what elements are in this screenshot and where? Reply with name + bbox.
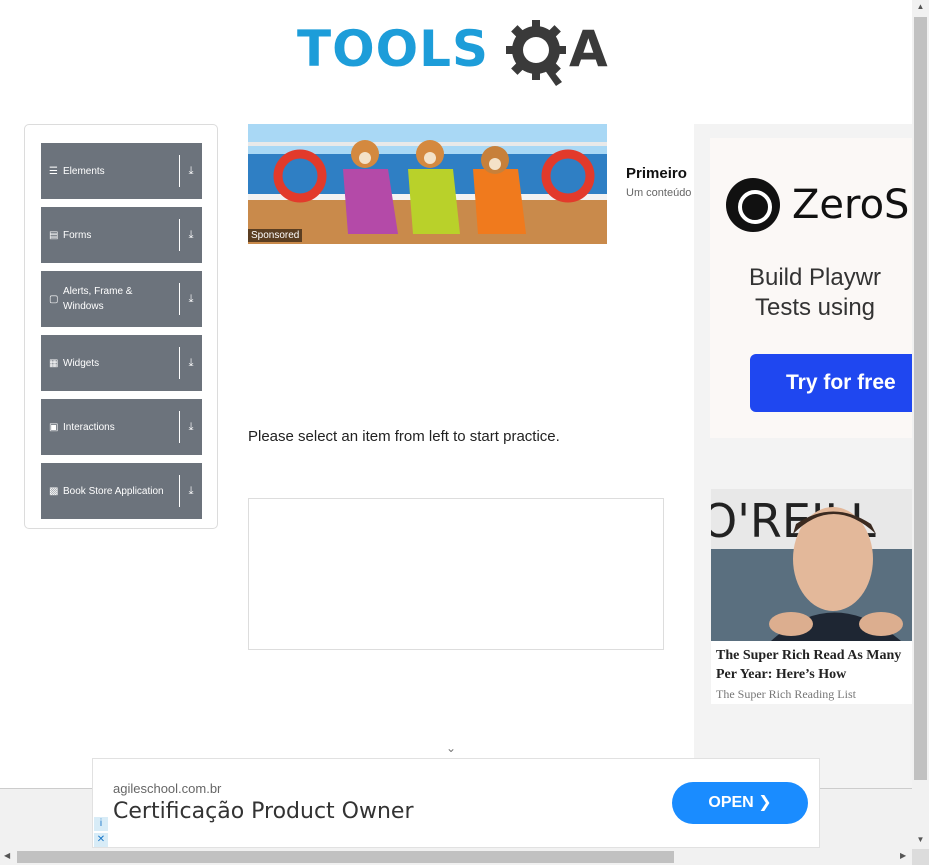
ad-subtitle: Um conteúdo [626,187,692,199]
interactions-icon: ▣ [49,421,59,433]
logo-tools-text: TOOLS [297,20,489,78]
zerostep-ad-card[interactable]: ZeroS Build Playwr Tests using Try for f… [710,138,912,438]
sidebar-group-alerts-frame-windows[interactable]: ▢ Alerts, Frame & Windows ⤓ [41,271,202,327]
zerostep-headline-2: Tests using [754,294,876,321]
window-icon: ▢ [49,293,59,305]
sidebar: ☰ Elements ⤓ ▤ Forms ⤓ ▢ Alerts, Frame &… [24,124,218,529]
download-arrow-icon: ⤓ [188,228,194,241]
logo-a-text: A [569,20,608,78]
news-ad-card[interactable]: O'REILL The Super Rich Read As Many Per … [711,489,912,704]
ad-close-icon[interactable]: ✕ [94,833,108,847]
ad-title[interactable]: Primeiro [626,165,687,182]
widgets-icon: ▦ [49,357,59,369]
scroll-down-arrow-icon[interactable]: ▼ [912,835,929,844]
news-title-line-1: The Super Rich Read As Many [716,648,902,663]
try-for-free-button[interactable]: Try for free [750,354,912,412]
sponsored-label: Sponsored [248,229,303,242]
download-arrow-icon: ⤓ [188,484,194,497]
news-title[interactable]: The Super Rich Read As Many Per Year: He… [716,646,912,684]
toolsqa-logo[interactable]: TOOLS A [297,16,622,90]
open-button[interactable]: OPEN ❯ [672,782,808,824]
sponsored-ad-image[interactable] [248,124,607,244]
chevron-down-icon[interactable]: ⌄ [446,741,456,755]
sidebar-group-label: Alerts, Frame & Windows [63,286,133,312]
book-icon: ▩ [49,485,59,497]
bottom-banner-ad[interactable]: agileschool.com.br Certificação Product … [92,758,820,848]
news-ad-image: O'REILL [711,489,912,641]
zerostep-logo-icon [726,178,780,232]
scroll-right-arrow-icon[interactable]: ▶ [900,851,906,860]
sidebar-group-label: Interactions [63,421,115,433]
download-arrow-icon: ⤓ [188,420,194,433]
vertical-scrollbar-thumb[interactable] [914,17,927,780]
portrait-photo: O'REILL [711,489,912,641]
sidebar-group-label: Forms [63,229,92,241]
scroll-up-arrow-icon[interactable]: ▲ [912,2,929,11]
news-title-line-2: Per Year: Here’s How [716,667,847,682]
ad-domain: agileschool.com.br [113,781,222,796]
page: TOOLS A ☰ Elements ⤓ ▤ Forms ⤓ ▢ Alerts,… [0,0,929,865]
sidebar-group-label: Elements [63,165,105,177]
download-arrow-icon: ⤓ [188,164,194,177]
gear-magnifier-icon [506,20,566,86]
chevron-right-icon: ❯ [758,794,772,811]
practice-instruction: Please select an item from left to start… [248,428,560,445]
ad-info-icon[interactable]: i [94,817,108,831]
sidebar-group-interactions[interactable]: ▣ Interactions ⤓ [41,399,202,455]
dogs-on-deck-chairs-image [248,124,607,244]
horizontal-scrollbar-thumb[interactable] [17,851,674,863]
sidebar-group-forms[interactable]: ▤ Forms ⤓ [41,207,202,263]
right-sidebar-ad[interactable]: ZeroS Build Playwr Tests using Try for f… [694,124,912,789]
sidebar-group-label: Widgets [63,357,100,369]
news-source: The Super Rich Reading List [716,687,856,701]
menu-icon: ☰ [49,165,58,177]
scroll-left-arrow-icon[interactable]: ◀ [4,851,10,860]
sidebar-group-label: Book Store Application [63,485,164,497]
scrollbar-corner [912,849,929,865]
open-button-label: OPEN [708,794,754,811]
download-arrow-icon: ⤓ [188,292,194,305]
sidebar-group-widgets[interactable]: ▦ Widgets ⤓ [41,335,202,391]
sidebar-group-elements[interactable]: ☰ Elements ⤓ [41,143,202,199]
zerostep-headline-1: Build Playwr [748,264,882,291]
zerostep-brand: ZeroS [792,182,910,228]
download-arrow-icon: ⤓ [188,356,194,369]
sidebar-group-book-store[interactable]: ▩ Book Store Application ⤓ [41,463,202,519]
empty-ad-frame [248,498,664,650]
form-icon: ▤ [49,229,59,241]
ad-headline: Certificação Product Owner [113,799,414,824]
